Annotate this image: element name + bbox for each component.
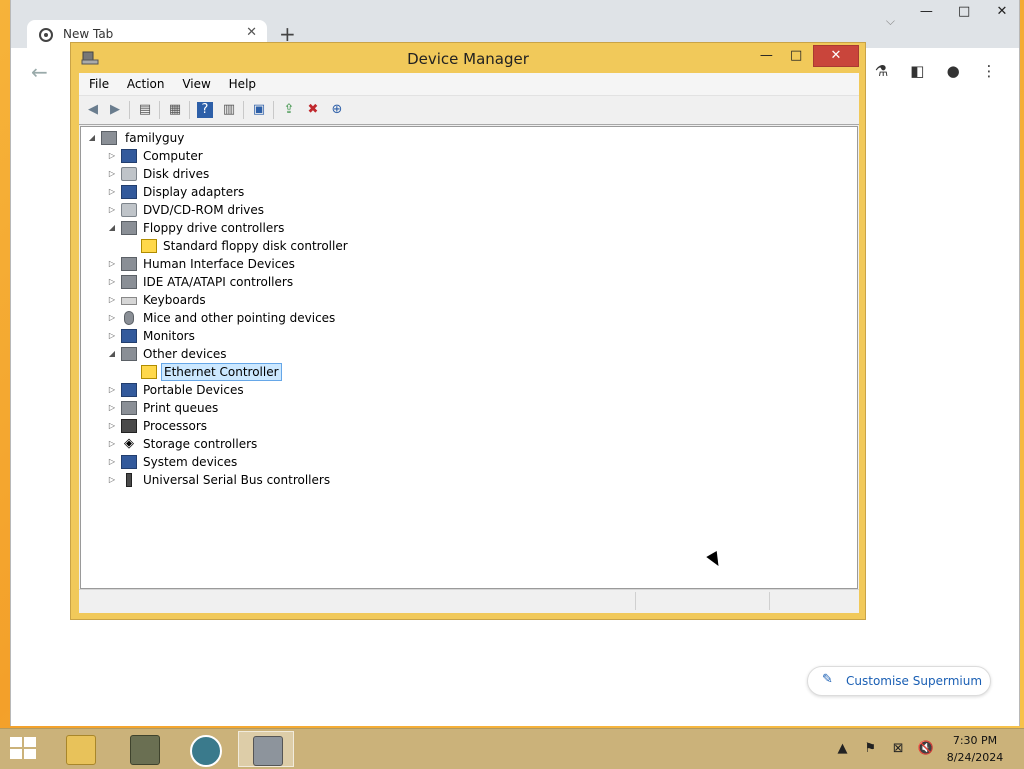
expand-icon[interactable]: ▷ bbox=[107, 165, 117, 183]
show-hidden-icons-icon[interactable]: ▲ bbox=[831, 741, 855, 756]
ide-controller-icon bbox=[121, 275, 137, 289]
status-bar bbox=[79, 589, 859, 612]
customise-label: Customise Supermium bbox=[846, 674, 983, 688]
profile-icon[interactable]: ● bbox=[937, 62, 969, 80]
maximize-button[interactable]: □ bbox=[783, 46, 809, 66]
close-button[interactable]: ✕ bbox=[813, 45, 859, 67]
action-center-flag-icon[interactable]: ⚑ bbox=[858, 741, 882, 756]
device-manager-client: File Action View Help ◀ ▶ ▤ ▦ ? ▥ ▣ ⇪ ✖ … bbox=[79, 73, 859, 613]
clock-time: 7:30 PM bbox=[952, 734, 998, 747]
menu-icon[interactable]: ⋮ bbox=[973, 62, 1005, 80]
device-tree: ◢ familyguy ▷ Computer ▷ Disk drives ▷ D… bbox=[80, 126, 858, 589]
expand-icon[interactable]: ▷ bbox=[107, 471, 117, 489]
taskbar-app[interactable] bbox=[116, 731, 172, 767]
browser-minimize-button[interactable]: — bbox=[909, 4, 943, 19]
flask-icon[interactable]: ⚗ bbox=[866, 62, 898, 80]
menu-file[interactable]: File bbox=[79, 73, 116, 95]
disk-drive-icon bbox=[121, 167, 137, 181]
expand-icon[interactable]: ▷ bbox=[107, 435, 117, 453]
keyboard-icon bbox=[121, 297, 137, 305]
menu-help[interactable]: Help bbox=[222, 73, 263, 95]
processor-icon bbox=[121, 419, 137, 433]
forward-icon[interactable]: ▶ bbox=[107, 102, 123, 118]
display-adapter-icon bbox=[121, 185, 137, 199]
computer-icon bbox=[121, 149, 137, 163]
expand-icon[interactable]: ▷ bbox=[107, 273, 117, 291]
browser-maximize-button[interactable]: □ bbox=[947, 4, 981, 19]
clock-date: 8/24/2024 bbox=[946, 751, 1004, 764]
monitor-icon bbox=[121, 329, 137, 343]
computer-root-icon bbox=[101, 131, 117, 145]
expand-icon[interactable]: ▷ bbox=[107, 417, 117, 435]
menu-bar: File Action View Help bbox=[79, 73, 859, 96]
expand-icon[interactable]: ▷ bbox=[107, 327, 117, 345]
taskbar-browser[interactable] bbox=[176, 731, 232, 767]
browser-window-controls: — □ ✕ bbox=[909, 4, 1019, 32]
expand-icon[interactable]: ▷ bbox=[107, 291, 117, 309]
warning-device-icon bbox=[141, 365, 157, 379]
taskbar: ▲ ⚑ ⊠ 🔇 7:30 PM 8/24/2024 bbox=[0, 728, 1024, 769]
sidepanel-icon[interactable]: ◧ bbox=[901, 62, 933, 80]
expand-icon[interactable]: ▷ bbox=[107, 255, 117, 273]
dvd-drive-icon bbox=[121, 203, 137, 217]
network-icon[interactable]: ⊠ bbox=[886, 741, 910, 756]
taskbar-device-manager[interactable] bbox=[238, 731, 294, 767]
scan-hardware-icon[interactable]: ▣ bbox=[251, 102, 267, 118]
floppy-controller-icon bbox=[121, 221, 137, 235]
tab-search-icon[interactable]: ⌵ bbox=[886, 14, 895, 29]
other-devices-icon bbox=[121, 347, 137, 361]
browser-tabstrip: New Tab ✕ + ⌵ — □ ✕ bbox=[11, 0, 1019, 48]
volume-muted-icon[interactable]: 🔇 bbox=[914, 741, 938, 756]
pencil-icon: ✎ bbox=[822, 672, 833, 687]
add-legacy-hardware-icon[interactable]: ⊕ bbox=[329, 102, 345, 118]
expand-icon[interactable]: ▷ bbox=[107, 309, 117, 327]
chrome-icon bbox=[39, 28, 53, 42]
device-manager-toolbar: ◀ ▶ ▤ ▦ ? ▥ ▣ ⇪ ✖ ⊕ bbox=[79, 96, 859, 125]
collapse-icon[interactable]: ◢ bbox=[87, 129, 97, 147]
app-window-icon bbox=[130, 735, 160, 765]
back-icon[interactable]: ◀ bbox=[85, 102, 101, 118]
expand-icon[interactable]: ▷ bbox=[107, 147, 117, 165]
printer-icon bbox=[121, 401, 137, 415]
expand-icon[interactable]: ▷ bbox=[107, 183, 117, 201]
collapse-icon[interactable]: ◢ bbox=[107, 219, 117, 237]
browser-icon bbox=[190, 735, 222, 767]
mouse-icon bbox=[124, 311, 134, 325]
help-icon[interactable]: ? bbox=[197, 102, 213, 118]
action-pane-icon[interactable]: ▥ bbox=[221, 102, 237, 118]
taskbar-file-explorer[interactable] bbox=[52, 731, 108, 767]
device-manager-icon bbox=[253, 736, 283, 766]
portable-device-icon bbox=[121, 383, 137, 397]
storage-controller-icon: ◈ bbox=[124, 436, 134, 451]
expand-icon[interactable]: ▷ bbox=[107, 201, 117, 219]
clock[interactable]: 7:30 PM 8/24/2024 bbox=[940, 732, 1010, 766]
customise-supermium-button[interactable]: ✎ Customise Supermium bbox=[807, 666, 991, 696]
device-manager-titlebar[interactable]: Device Manager — □ ✕ bbox=[71, 43, 865, 73]
minimize-button[interactable]: — bbox=[753, 46, 779, 66]
browser-close-button[interactable]: ✕ bbox=[985, 4, 1019, 19]
hid-icon bbox=[121, 257, 137, 271]
expand-icon[interactable]: ▷ bbox=[107, 453, 117, 471]
back-arrow-icon[interactable]: ← bbox=[31, 60, 48, 84]
device-manager-window: Device Manager — □ ✕ File Action View He… bbox=[70, 42, 866, 620]
update-driver-icon[interactable]: ⇪ bbox=[281, 102, 297, 118]
tab-close-icon[interactable]: ✕ bbox=[246, 25, 257, 40]
menu-action[interactable]: Action bbox=[120, 73, 172, 95]
window-title: Device Manager bbox=[407, 50, 529, 68]
expand-icon[interactable]: ▷ bbox=[107, 399, 117, 417]
system-tray: ▲ ⚑ ⊠ 🔇 bbox=[831, 741, 938, 756]
usb-icon bbox=[126, 473, 132, 487]
tab-title: New Tab bbox=[63, 27, 114, 41]
folder-icon bbox=[66, 735, 96, 765]
uninstall-device-icon[interactable]: ✖ bbox=[305, 102, 321, 118]
start-button[interactable] bbox=[10, 737, 38, 761]
collapse-icon[interactable]: ◢ bbox=[107, 345, 117, 363]
show-hide-console-tree-icon[interactable]: ▤ bbox=[137, 102, 153, 118]
system-device-icon bbox=[121, 455, 137, 469]
properties-icon[interactable]: ▦ bbox=[167, 102, 183, 118]
floppy-controller-icon bbox=[141, 239, 157, 253]
menu-view[interactable]: View bbox=[175, 73, 217, 95]
expand-icon[interactable]: ▷ bbox=[107, 381, 117, 399]
